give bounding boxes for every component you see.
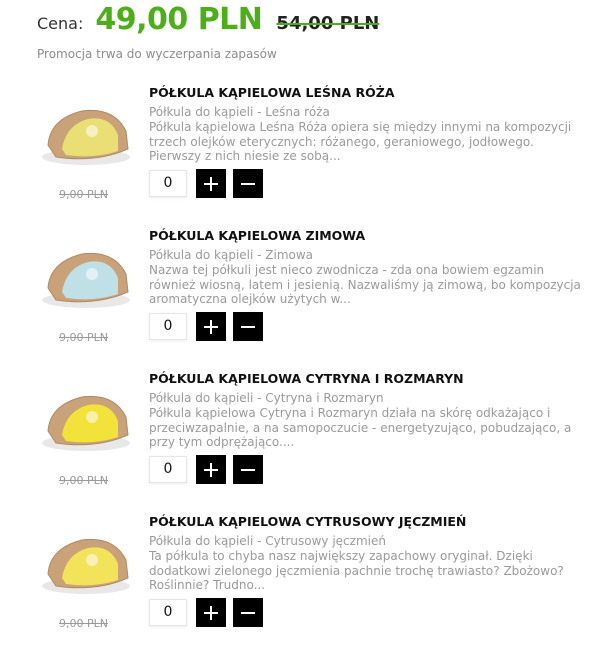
quantity-input[interactable]: 0 bbox=[149, 170, 187, 197]
product-title[interactable]: PÓŁKULA KĄPIELOWA ZIMOWA bbox=[149, 228, 365, 243]
minus-icon bbox=[241, 611, 255, 614]
product-description: Półkula kąpielowa Leśna Róża opiera się … bbox=[149, 120, 572, 163]
product-image[interactable] bbox=[36, 234, 136, 316]
decrease-quantity-button[interactable] bbox=[233, 455, 263, 484]
product-row: 9,00 PLN PÓŁKULA KĄPIELOWA CYTRYNA I ROZ… bbox=[0, 371, 602, 511]
product-subtitle: Półkula do kąpieli - Leśna róża bbox=[149, 105, 330, 119]
product-title[interactable]: PÓŁKULA KĄPIELOWA LEŚNA RÓŻA bbox=[149, 85, 395, 100]
product-image[interactable] bbox=[36, 520, 136, 602]
plus-icon bbox=[204, 462, 218, 477]
product-old-price: 9,00 PLN bbox=[59, 617, 108, 630]
decrease-quantity-button[interactable] bbox=[233, 312, 263, 341]
product-title[interactable]: PÓŁKULA KĄPIELOWA CYTRYNA I ROZMARYN bbox=[149, 371, 464, 386]
plus-icon bbox=[204, 319, 218, 334]
product-subtitle: Półkula do kąpieli - Zimowa bbox=[149, 248, 314, 262]
minus-icon bbox=[241, 325, 255, 328]
minus-icon bbox=[241, 468, 255, 471]
product-old-price: 9,00 PLN bbox=[59, 331, 108, 344]
promo-note: Promocja trwa do wyczerpania zapasów bbox=[37, 47, 277, 61]
quantity-input[interactable]: 0 bbox=[149, 313, 187, 340]
decrease-quantity-button[interactable] bbox=[233, 169, 263, 198]
increase-quantity-button[interactable] bbox=[196, 455, 226, 484]
minus-icon bbox=[241, 182, 255, 185]
plus-icon bbox=[204, 176, 218, 191]
decrease-quantity-button[interactable] bbox=[233, 598, 263, 627]
product-image[interactable] bbox=[36, 377, 136, 459]
increase-quantity-button[interactable] bbox=[196, 169, 226, 198]
product-row: 9,00 PLN PÓŁKULA KĄPIELOWA CYTRUSOWY JĘC… bbox=[0, 514, 602, 647]
plus-icon bbox=[204, 605, 218, 620]
product-subtitle: Półkula do kąpieli - Cytryna i Rozmaryn bbox=[149, 391, 384, 405]
increase-quantity-button[interactable] bbox=[196, 598, 226, 627]
product-image[interactable] bbox=[36, 91, 136, 173]
product-title[interactable]: PÓŁKULA KĄPIELOWA CYTRUSOWY JĘCZMIEŃ bbox=[149, 514, 466, 529]
current-price: 49,00 PLN bbox=[95, 2, 263, 37]
product-description: Nazwa tej półkuli jest nieco zwodnicza -… bbox=[149, 263, 581, 306]
product-row: 9,00 PLN PÓŁKULA KĄPIELOWA LEŚNA RÓŻA Pó… bbox=[0, 85, 602, 225]
product-description: Ta półkula to chyba nasz największy zapa… bbox=[149, 549, 564, 592]
product-description: Półkula kąpielowa Cytryna i Rozmaryn dzi… bbox=[149, 406, 572, 449]
product-old-price: 9,00 PLN bbox=[59, 188, 108, 201]
product-row: 9,00 PLN PÓŁKULA KĄPIELOWA ZIMOWA Półkul… bbox=[0, 228, 602, 368]
price-label: Cena: bbox=[37, 14, 84, 33]
quantity-input[interactable]: 0 bbox=[149, 456, 187, 483]
quantity-input[interactable]: 0 bbox=[149, 599, 187, 626]
product-old-price: 9,00 PLN bbox=[59, 474, 108, 487]
price-header: Cena: 49,00 PLN 54,00 PLN bbox=[37, 2, 379, 42]
increase-quantity-button[interactable] bbox=[196, 312, 226, 341]
old-price: 54,00 PLN bbox=[276, 13, 380, 34]
product-subtitle: Półkula do kąpieli - Cytrusowy jęczmień bbox=[149, 534, 386, 548]
